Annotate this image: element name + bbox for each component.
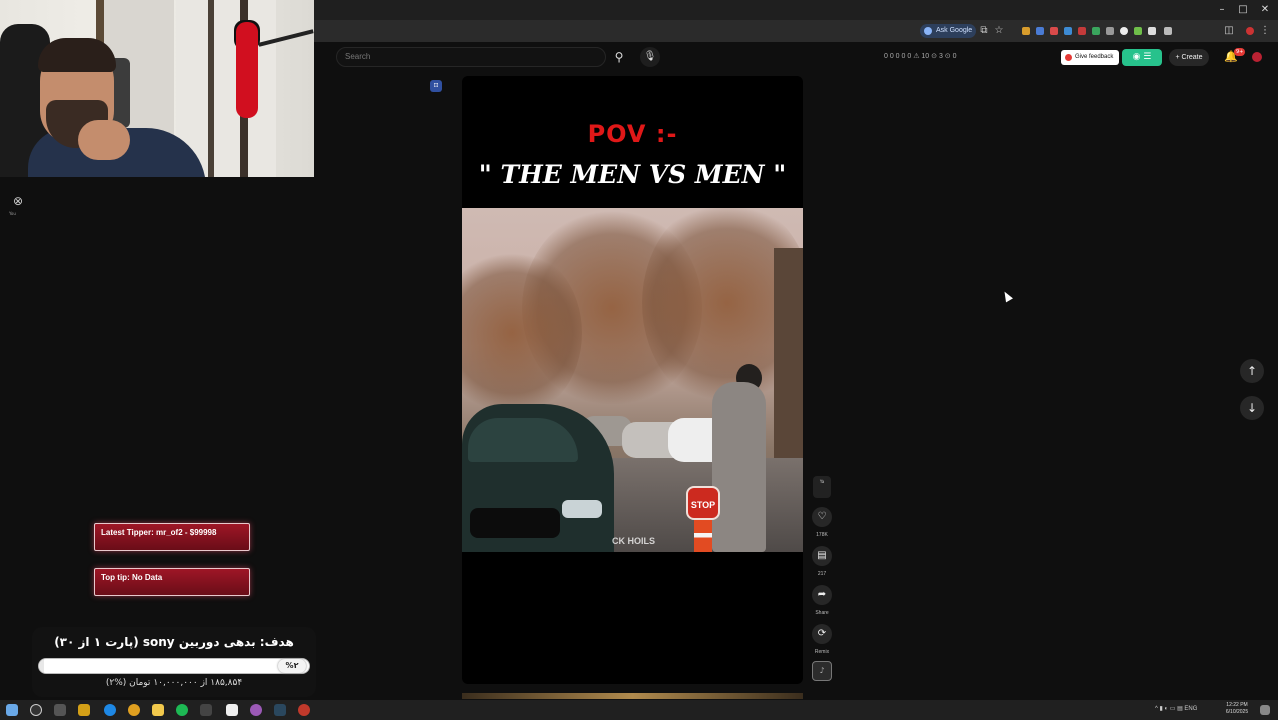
goal-title: هدف: بدهی دوربین sony (پارت ۱ از ۳۰) (54, 635, 294, 649)
shorts-video-player[interactable]: POV :- " THE MEN VS MEN " STOP CK HOILS (462, 76, 803, 684)
windows-taskbar: ^ ▮ ◐ ▭ ▤ ENG 12:22 PM 6/10/2025 (0, 700, 1278, 720)
language-indicator: ENG (1184, 706, 1198, 712)
extension-icon[interactable] (1120, 27, 1128, 35)
like-heart-icon[interactable]: ♡ (812, 507, 832, 527)
maximize-button[interactable]: □ (1236, 3, 1250, 17)
extension-icon[interactable] (1036, 27, 1044, 35)
player-extension-badge[interactable]: ⊡ (430, 80, 442, 92)
search-input[interactable]: Search (336, 47, 606, 67)
webcam-overlay (0, 0, 314, 177)
account-avatar[interactable] (1252, 52, 1262, 62)
notification-center-icon[interactable] (1260, 705, 1270, 715)
bookmark-star-icon[interactable]: ☆ (992, 24, 1006, 38)
donation-goal-panel: هدف: بدهی دوربین sony (پارت ۱ از ۳۰) %۲ … (32, 627, 316, 697)
clock-date: 6/10/2025 (1225, 709, 1249, 715)
sound-thumbnail[interactable]: ♪ (812, 661, 832, 681)
mouse-cursor (1001, 289, 1013, 303)
file-explorer-icon[interactable] (152, 704, 164, 716)
share-icon[interactable]: ➦ (812, 585, 832, 605)
top-tip-text: Top tip: No Data (101, 573, 163, 582)
webcam-background (208, 0, 214, 177)
stop-sign: STOP (686, 486, 720, 520)
extension-icon[interactable] (1078, 27, 1086, 35)
share-label: Share (815, 610, 829, 616)
notification-count-badge: 9+ (1234, 48, 1246, 56)
give-feedback-button[interactable]: Give feedback (1061, 50, 1119, 65)
search-icon[interactable]: ⚲ (606, 47, 632, 67)
youtube-header: Search ⚲ 🎙 0 0 0 0 0 ⚠ 10 ⊙ 3 ⊙ 0 Give f… (314, 42, 1278, 74)
taskbar-clock[interactable]: 12:22 PM 6/10/2025 (1222, 702, 1252, 716)
search-taskbar-icon[interactable] (30, 704, 42, 716)
goal-progress-bar (38, 658, 310, 674)
latest-tipper-text: Latest Tipper: mr_of2 - $99998 (101, 528, 217, 537)
extension-icon[interactable] (1134, 27, 1142, 35)
channel-avatar[interactable]: Ya (813, 476, 831, 498)
goal-amount-text: ۱۸۵,۸۵۴ از ۱۰,۰۰۰,۰۰۰ تومان (%۲) (105, 678, 243, 688)
extension-icon[interactable] (1106, 27, 1114, 35)
top-tip-box: Top tip: No Data (94, 568, 250, 596)
minimize-button[interactable]: – (1215, 3, 1229, 17)
downloads-icon[interactable] (200, 704, 212, 716)
extension-icon[interactable] (1064, 27, 1072, 35)
goal-progress-fill (39, 659, 45, 673)
next-short-arrow-down-icon[interactable]: ↓ (1240, 396, 1264, 420)
system-tray[interactable]: ^ ▮ ◐ ▭ ▤ ENG (1155, 705, 1197, 712)
extension-icon[interactable] (1148, 27, 1156, 35)
next-short-preview[interactable] (462, 693, 803, 699)
document-icon[interactable] (226, 704, 238, 716)
video-scene-main-car (562, 500, 602, 518)
video-scene-main-car (470, 508, 560, 538)
clock-time: 12:22 PM (1226, 702, 1248, 708)
you-account-icon[interactable]: ⊗ (10, 194, 26, 210)
traffic-cone (694, 520, 712, 552)
screen: – □ ✕ Ask Google ⧉ ☆ ◫ ⋮ Search ⚲ 🎙 0 0 … (0, 0, 1278, 720)
extension-icon[interactable] (1050, 27, 1058, 35)
extension-icon[interactable] (1092, 27, 1100, 35)
streamer (78, 120, 130, 160)
video-scene-person (712, 382, 766, 552)
ask-google-button[interactable]: Ask Google (920, 24, 977, 38)
goal-percent-badge: %۲ (278, 659, 306, 673)
app-taskbar-icon[interactable] (78, 704, 90, 716)
cast-icon[interactable]: ⧉ (977, 24, 991, 38)
video-scene-building (774, 248, 803, 488)
app-taskbar-icon[interactable] (250, 704, 262, 716)
extension-toggle-button[interactable]: ◉ ☰ (1122, 49, 1162, 66)
start-menu-icon[interactable] (6, 704, 18, 716)
task-view-icon[interactable] (54, 704, 66, 716)
extension-icon[interactable] (1022, 27, 1030, 35)
like-count: 178K (816, 532, 828, 538)
remix-icon[interactable]: ⟳ (812, 624, 832, 644)
remix-label: Remix (814, 649, 830, 655)
streamer (38, 38, 116, 72)
steam-icon[interactable] (274, 704, 286, 716)
profile-avatar-icon[interactable] (1246, 27, 1254, 35)
chrome-browser-icon[interactable] (128, 704, 140, 716)
you-label: You (9, 211, 16, 216)
previous-short-arrow-up-icon[interactable]: ↑ (1240, 359, 1264, 383)
short-title-caption: " THE MEN VS MEN " (478, 160, 787, 189)
microphone (236, 22, 258, 118)
puzzle-extensions-icon[interactable] (1164, 27, 1172, 35)
video-scene: STOP CK HOILS (462, 208, 803, 552)
browser-toolbar: Ask Google ⧉ ☆ ◫ ⋮ (314, 20, 1278, 42)
latest-tipper-box: Latest Tipper: mr_of2 - $99998 (94, 523, 250, 551)
sidebar-icon[interactable]: ◫ (1222, 24, 1236, 38)
browser-menu-icon[interactable]: ⋮ (1258, 24, 1272, 38)
spotify-icon[interactable] (176, 704, 188, 716)
obs-icon[interactable] (298, 704, 310, 716)
extension-stats-strip: 0 0 0 0 0 ⚠ 10 ⊙ 3 ⊙ 0 (884, 53, 957, 60)
edge-browser-icon[interactable] (104, 704, 116, 716)
close-window-button[interactable]: ✕ (1258, 3, 1272, 17)
comment-count: 217 (817, 571, 827, 577)
video-watermark: CK HOILS (612, 536, 656, 546)
short-pov-caption: POV :- (587, 120, 678, 148)
create-button[interactable]: + Create (1169, 49, 1209, 66)
microphone-icon[interactable]: 🎙 (640, 47, 660, 67)
comment-icon[interactable]: ▤ (812, 546, 832, 566)
